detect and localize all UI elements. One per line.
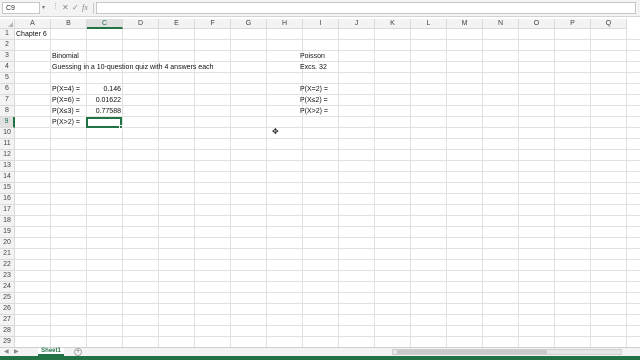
row-header-13[interactable]: 13 bbox=[0, 161, 15, 172]
scroll-tabs-left-icon[interactable]: ◀ bbox=[4, 348, 9, 356]
formula-bar: C9 ▾ ⋮ ✕ ✓ fx bbox=[0, 0, 640, 17]
row-header-22[interactable]: 22 bbox=[0, 260, 15, 271]
row-header-2[interactable]: 2 bbox=[0, 40, 15, 51]
row-header-7[interactable]: 7 bbox=[0, 95, 15, 106]
active-cell-c9[interactable] bbox=[86, 117, 122, 128]
row-header-12[interactable]: 12 bbox=[0, 150, 15, 161]
add-sheet-icon[interactable]: + bbox=[74, 348, 82, 356]
cell-i8[interactable]: P(X>2) = bbox=[300, 106, 328, 117]
name-box[interactable]: C9 bbox=[2, 2, 40, 14]
cell-b6[interactable]: P(X=4) = bbox=[52, 84, 80, 95]
column-header-o[interactable]: O bbox=[519, 19, 555, 29]
fill-handle[interactable] bbox=[119, 125, 123, 129]
formula-input[interactable] bbox=[96, 2, 636, 14]
row-header-17[interactable]: 17 bbox=[0, 205, 15, 216]
enter-formula-icon[interactable]: ✓ bbox=[72, 2, 79, 14]
column-header-j[interactable]: J bbox=[339, 19, 375, 29]
column-header-m[interactable]: M bbox=[447, 19, 483, 29]
column-header-l[interactable]: L bbox=[411, 19, 447, 29]
cell-i7[interactable]: P(X≤2) = bbox=[300, 95, 328, 106]
row-header-25[interactable]: 25 bbox=[0, 293, 15, 304]
cell-b7[interactable]: P(X=6) = bbox=[52, 95, 80, 106]
row-header-20[interactable]: 20 bbox=[0, 238, 15, 249]
cell-i6[interactable]: P(X=2) = bbox=[300, 84, 328, 95]
cell-b4[interactable]: Guessing in a 10-question quiz with 4 an… bbox=[52, 62, 213, 73]
row-header-21[interactable]: 21 bbox=[0, 249, 15, 260]
move-cursor-icon: ✥ bbox=[272, 127, 279, 136]
name-box-dropdown-icon[interactable]: ▾ bbox=[42, 4, 45, 11]
row-header-6[interactable]: 6 bbox=[0, 84, 15, 95]
status-bar bbox=[0, 356, 640, 360]
column-header-n[interactable]: N bbox=[483, 19, 519, 29]
row-header-1[interactable]: 1 bbox=[0, 29, 15, 40]
row-header-4[interactable]: 4 bbox=[0, 62, 15, 73]
cell-i3[interactable]: Poisson bbox=[300, 51, 325, 62]
select-all-corner[interactable] bbox=[0, 19, 15, 29]
row-header-23[interactable]: 23 bbox=[0, 271, 15, 282]
row-header-27[interactable]: 27 bbox=[0, 315, 15, 326]
column-header-e[interactable]: E bbox=[159, 19, 195, 29]
column-header-f[interactable]: F bbox=[195, 19, 231, 29]
row-header-14[interactable]: 14 bbox=[0, 172, 15, 183]
horizontal-scrollbar[interactable] bbox=[392, 349, 622, 355]
row-header-3[interactable]: 3 bbox=[0, 51, 15, 62]
row-header-11[interactable]: 11 bbox=[0, 139, 15, 150]
cell-area[interactable] bbox=[15, 29, 640, 347]
column-header-i[interactable]: I bbox=[303, 19, 339, 29]
cell-c7[interactable]: 0.01622 bbox=[86, 95, 121, 106]
sheet-tab-bar: ◀ ▶ Sheet1 + bbox=[0, 347, 640, 356]
row-header-10[interactable]: 10 bbox=[0, 128, 15, 139]
row-header-5[interactable]: 5 bbox=[0, 73, 15, 84]
row-header-15[interactable]: 15 bbox=[0, 183, 15, 194]
column-header-g[interactable]: G bbox=[231, 19, 267, 29]
insert-function-icon[interactable]: fx bbox=[82, 2, 88, 14]
cell-c8[interactable]: 0.77588 bbox=[86, 106, 121, 117]
cell-c6[interactable]: 0.146 bbox=[86, 84, 121, 95]
row-header-18[interactable]: 18 bbox=[0, 216, 15, 227]
row-header-16[interactable]: 16 bbox=[0, 194, 15, 205]
column-header-p[interactable]: P bbox=[555, 19, 591, 29]
spreadsheet-grid: ABCDEFGHIJKLMNOPQ 1 2 3 4 5 6 7 8 9 10 11 12 13 14 15 1… bbox=[0, 19, 640, 347]
sheet-tab-sheet1[interactable]: Sheet1 bbox=[38, 348, 64, 356]
cancel-formula-icon[interactable]: ✕ bbox=[62, 2, 69, 14]
more-options-icon: ⋮ bbox=[52, 3, 59, 10]
row-header-28[interactable]: 28 bbox=[0, 326, 15, 337]
column-header-q[interactable]: Q bbox=[591, 19, 627, 29]
column-header-h[interactable]: H bbox=[267, 19, 303, 29]
column-header-k[interactable]: K bbox=[375, 19, 411, 29]
column-header-a[interactable]: A bbox=[15, 19, 51, 29]
cell-a1[interactable]: Chapter 6 bbox=[16, 29, 47, 40]
cell-b3[interactable]: Binomial bbox=[52, 51, 79, 62]
formula-bar-divider bbox=[93, 3, 94, 14]
cell-b9[interactable]: P(X>2) = bbox=[52, 117, 80, 128]
horizontal-scrollbar-thumb[interactable] bbox=[397, 350, 547, 354]
column-header-c[interactable]: C bbox=[87, 19, 123, 29]
row-header-24[interactable]: 24 bbox=[0, 282, 15, 293]
column-header-b[interactable]: B bbox=[51, 19, 87, 29]
column-header-d[interactable]: D bbox=[123, 19, 159, 29]
row-header-19[interactable]: 19 bbox=[0, 227, 15, 238]
row-header-8[interactable]: 8 bbox=[0, 106, 15, 117]
cell-i4[interactable]: Excs. 32 bbox=[300, 62, 327, 73]
scroll-tabs-right-icon[interactable]: ▶ bbox=[14, 348, 19, 356]
row-header-9[interactable]: 9 bbox=[0, 117, 15, 128]
cell-b8[interactable]: P(X≤3) = bbox=[52, 106, 80, 117]
row-header-26[interactable]: 26 bbox=[0, 304, 15, 315]
row-header-29[interactable]: 29 bbox=[0, 337, 15, 347]
